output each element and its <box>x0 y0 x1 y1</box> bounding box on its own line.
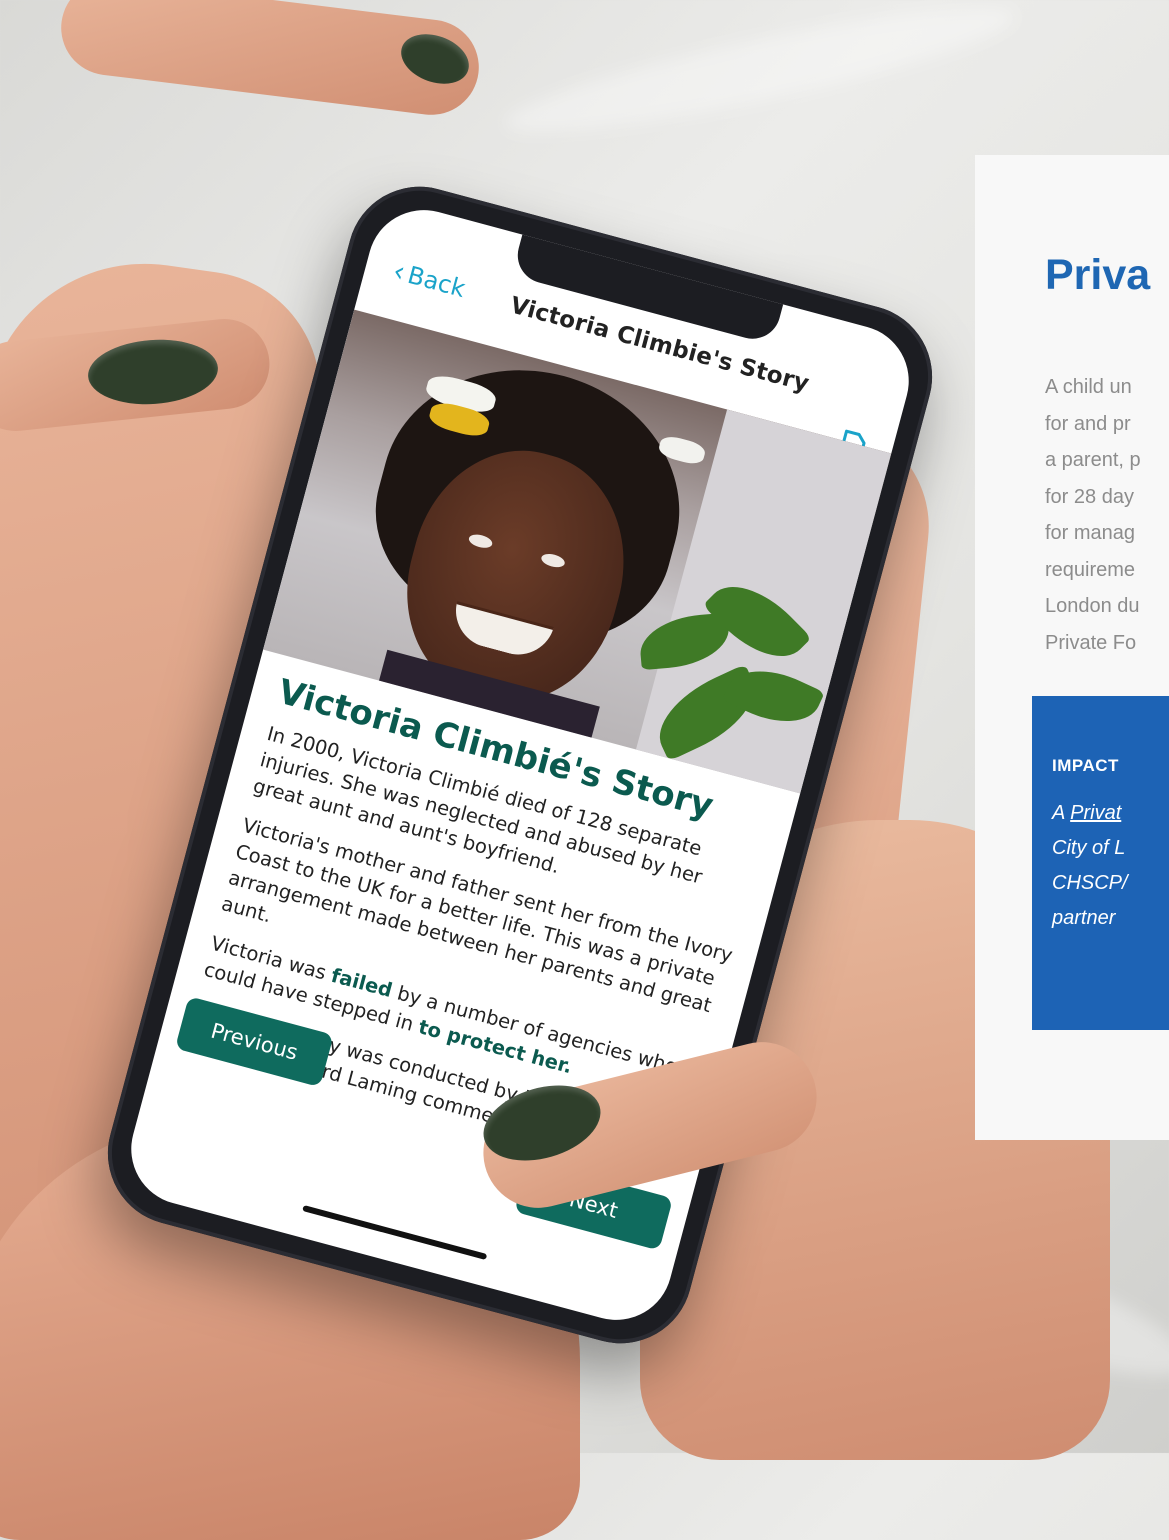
private-fostering-link[interactable]: Privat <box>1070 802 1121 824</box>
impact-box: IMPACT A Privat City of L CHSCP/ partner <box>1032 696 1169 1030</box>
back-label: Back <box>404 260 469 303</box>
panel-text-line: A child un <box>1045 376 1132 398</box>
marble-streak <box>499 0 1021 154</box>
panel-text-line: a parent, p <box>1045 449 1141 471</box>
panel-text-line: for and pr <box>1045 412 1131 435</box>
panel-text-line: London du <box>1045 595 1140 617</box>
impact-label: IMPACT <box>1052 756 1119 775</box>
panel-title: Priva <box>1045 251 1151 299</box>
impact-line: CHSCP/ <box>1052 872 1128 894</box>
panel-text-line: for 28 day <box>1045 485 1134 508</box>
home-indicator <box>302 1205 488 1260</box>
panel-text-line: Private Fo <box>1045 631 1137 654</box>
info-panel: Priva A child un for and pr a parent, p … <box>975 155 1169 1140</box>
panel-text-line: for manag <box>1045 522 1136 544</box>
impact-line: partner <box>1052 907 1116 929</box>
panel-text-line: requireme <box>1045 558 1136 581</box>
impact-line: A Privat <box>1052 796 1128 831</box>
impact-text-span: A <box>1052 802 1071 824</box>
impact-text: A Privat City of L CHSCP/ partner <box>1052 796 1128 936</box>
impact-line: City of L <box>1052 837 1126 859</box>
panel-description: A child un for and pr a parent, p for 28… <box>1045 369 1169 661</box>
back-button[interactable]: ‹ Back <box>390 254 469 303</box>
